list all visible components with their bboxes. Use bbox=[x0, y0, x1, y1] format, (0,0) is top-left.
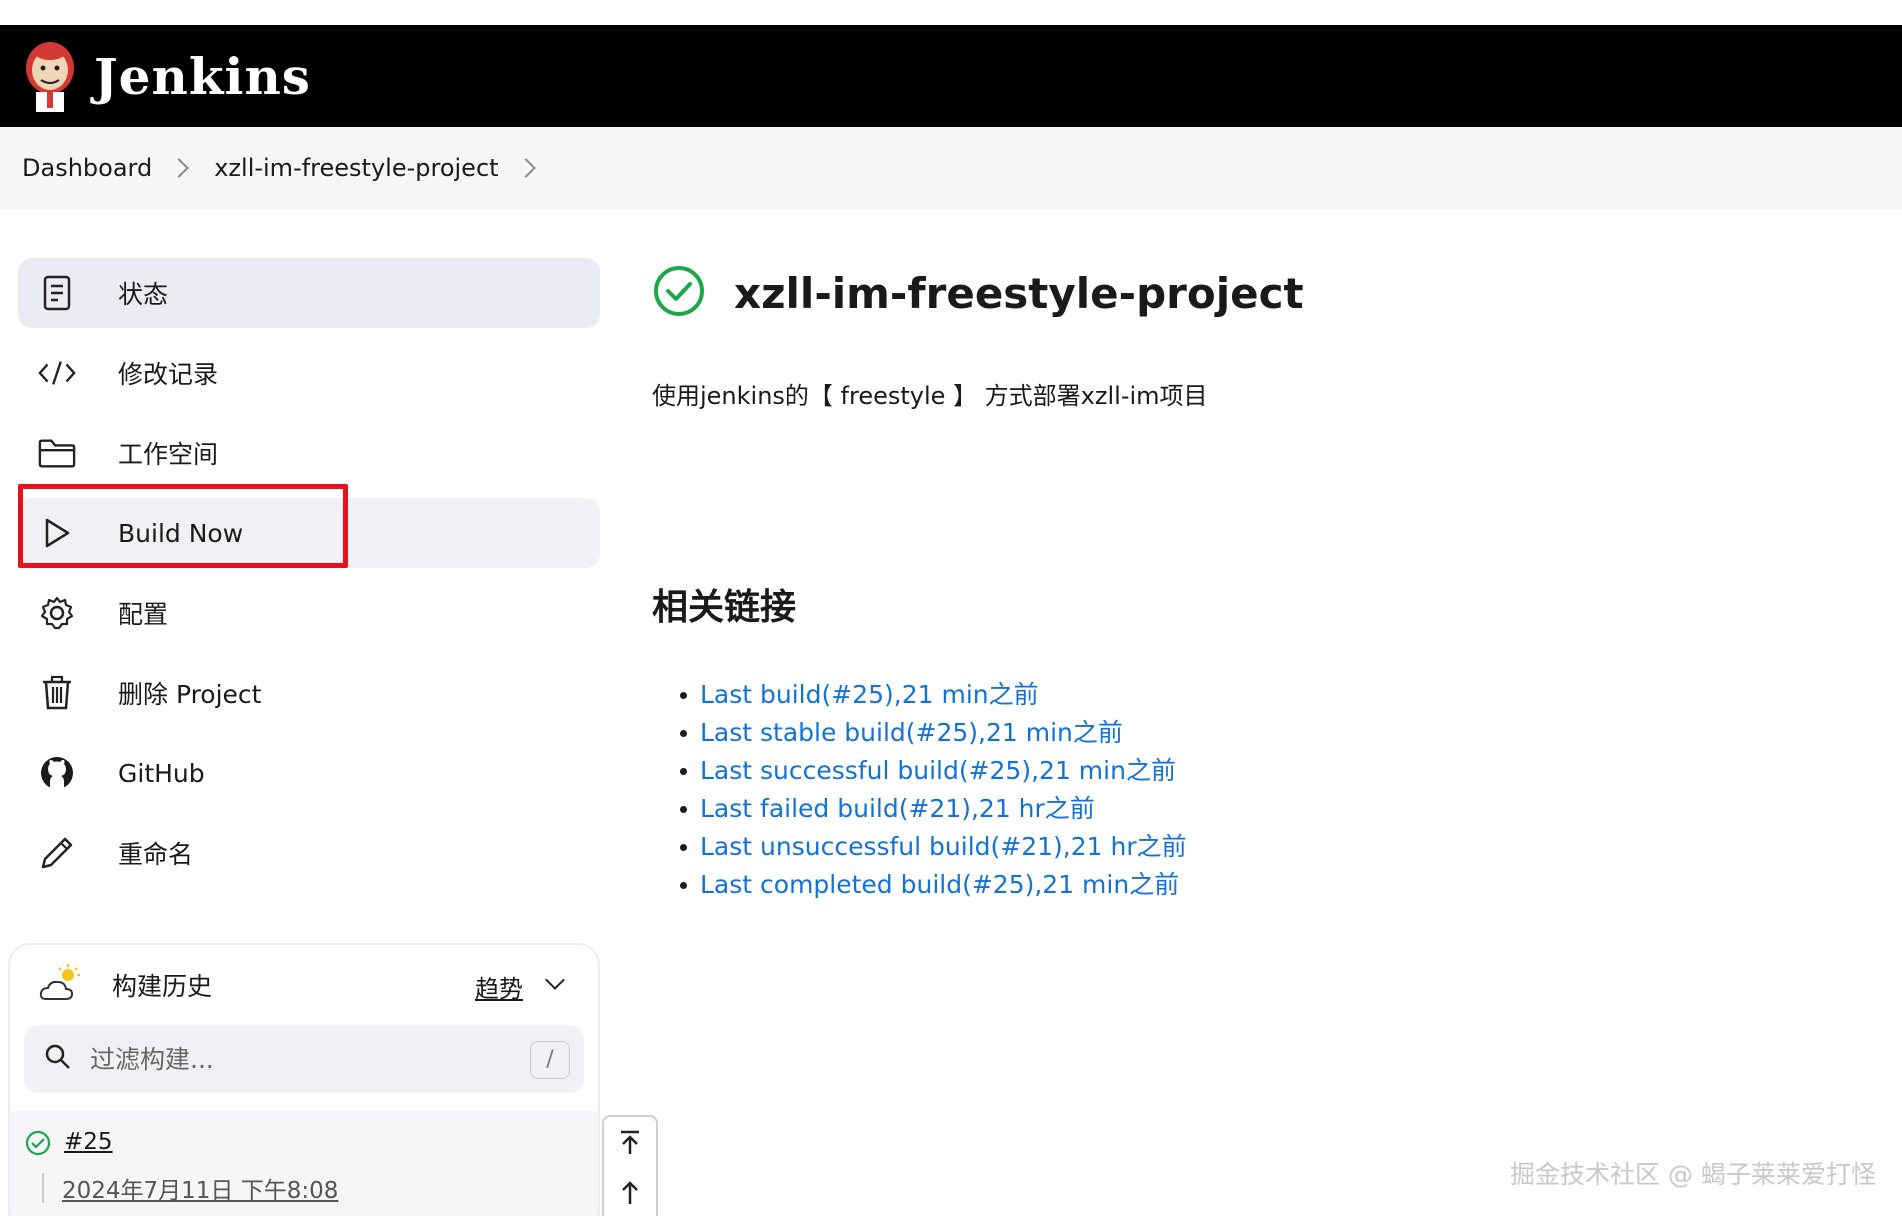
sidebar: 状态 修改记录 工作空间 Build Now 配置 删除 Project Git… bbox=[18, 258, 600, 898]
scroll-controls bbox=[602, 1115, 658, 1216]
build-divider bbox=[42, 1173, 44, 1203]
list-item: Last failed build(#21),21 hr之前 bbox=[680, 790, 1187, 828]
weather-sunny-cloud-icon bbox=[38, 963, 84, 1007]
gear-icon bbox=[38, 594, 76, 632]
sidebar-item-label: 状态 bbox=[118, 280, 169, 309]
sidebar-item-label: 配置 bbox=[118, 600, 169, 629]
watermark: 掘金技术社区 @ 蝎子莱莱爱打怪 bbox=[1510, 1160, 1876, 1189]
title-row: xzll-im-freestyle-project bbox=[652, 258, 1304, 328]
sidebar-item-label: GitHub bbox=[118, 758, 205, 788]
last-stable-build-link[interactable]: Last stable build(#25),21 min之前 bbox=[700, 718, 1123, 747]
list-item: Last build(#25),21 min之前 bbox=[680, 676, 1187, 714]
related-links-list: Last build(#25),21 min之前 Last stable bui… bbox=[680, 676, 1187, 904]
list-item: Last stable build(#25),21 min之前 bbox=[680, 714, 1187, 752]
sidebar-item-delete-project[interactable]: 删除 Project bbox=[18, 658, 600, 728]
sidebar-item-workspace[interactable]: 工作空间 bbox=[18, 418, 600, 488]
sidebar-item-label: 删除 Project bbox=[118, 680, 262, 709]
list-item: Last successful build(#25),21 min之前 bbox=[680, 752, 1187, 790]
sidebar-item-rename[interactable]: 重命名 bbox=[18, 818, 600, 888]
scroll-up-button[interactable] bbox=[604, 1167, 656, 1216]
build-history-header: 构建历史 趋势 bbox=[10, 945, 598, 1025]
sidebar-item-label: 修改记录 bbox=[118, 360, 219, 389]
chevron-down-icon[interactable] bbox=[545, 970, 565, 990]
build-date-link[interactable]: 2024年7月11日 下午8:08 bbox=[62, 1171, 338, 1205]
sidebar-item-configure[interactable]: 配置 bbox=[18, 578, 600, 648]
arrow-up-icon bbox=[622, 1181, 638, 1204]
sidebar-item-label: 重命名 bbox=[118, 840, 194, 869]
arrow-up-to-top-icon bbox=[621, 1130, 639, 1154]
main-content: xzll-im-freestyle-project 使用jenkins的【 fr… bbox=[652, 258, 1304, 899]
trash-icon bbox=[38, 674, 76, 712]
play-icon bbox=[38, 514, 76, 552]
last-failed-build-link[interactable]: Last failed build(#21),21 hr之前 bbox=[700, 794, 1095, 823]
sidebar-item-build-now[interactable]: Build Now bbox=[18, 484, 600, 568]
success-status-icon bbox=[652, 264, 706, 322]
build-filter: / bbox=[24, 1025, 584, 1093]
last-build-link[interactable]: Last build(#25),21 min之前 bbox=[700, 680, 1039, 709]
success-check-icon bbox=[24, 1129, 52, 1161]
last-successful-build-link[interactable]: Last successful build(#25),21 min之前 bbox=[700, 756, 1176, 785]
build-history-title: 构建历史 bbox=[112, 972, 213, 1001]
last-unsuccessful-build-link[interactable]: Last unsuccessful build(#21),21 hr之前 bbox=[700, 832, 1187, 861]
scroll-to-top-button[interactable] bbox=[604, 1117, 656, 1167]
keyboard-shortcut-badge: / bbox=[530, 1041, 570, 1079]
search-icon bbox=[44, 1043, 72, 1075]
folder-icon bbox=[38, 434, 76, 472]
breadcrumb-project[interactable]: xzll-im-freestyle-project bbox=[214, 154, 498, 182]
chevron-right-icon[interactable] bbox=[515, 158, 536, 178]
sidebar-item-label: 工作空间 bbox=[118, 440, 219, 469]
project-description: 使用jenkins的【 freestyle 】 方式部署xzll-im项目 bbox=[652, 382, 1208, 410]
sidebar-item-github[interactable]: GitHub bbox=[18, 738, 600, 808]
chevron-right-icon[interactable] bbox=[169, 158, 190, 178]
document-icon bbox=[38, 274, 76, 312]
sidebar-item-status[interactable]: 状态 bbox=[18, 258, 600, 328]
page-title: xzll-im-freestyle-project bbox=[734, 268, 1304, 318]
jenkins-logo-icon[interactable] bbox=[22, 38, 78, 114]
list-item: Last unsuccessful build(#21),21 hr之前 bbox=[680, 828, 1187, 866]
brand-name[interactable]: Jenkins bbox=[94, 47, 311, 106]
breadcrumb: Dashboard xzll-im-freestyle-project bbox=[0, 127, 1902, 209]
github-icon bbox=[38, 754, 76, 792]
sidebar-item-label: Build Now bbox=[118, 518, 244, 548]
last-completed-build-link[interactable]: Last completed build(#25),21 min之前 bbox=[700, 870, 1179, 899]
list-item: Last completed build(#25),21 min之前 bbox=[680, 866, 1187, 904]
trend-link[interactable]: 趋势 bbox=[475, 969, 523, 1004]
breadcrumb-dashboard[interactable]: Dashboard bbox=[22, 154, 152, 182]
build-row[interactable]: #25 2024年7月11日 下午8:08 bbox=[10, 1111, 598, 1216]
build-number-link[interactable]: #25 bbox=[64, 1129, 113, 1155]
pencil-icon bbox=[38, 834, 76, 872]
jenkins-header: Jenkins bbox=[0, 25, 1902, 127]
top-strip bbox=[0, 0, 1902, 25]
code-icon bbox=[38, 354, 76, 392]
sidebar-item-changes[interactable]: 修改记录 bbox=[18, 338, 600, 408]
build-filter-input[interactable] bbox=[90, 1044, 490, 1074]
build-history-panel: 构建历史 趋势 / #25 2024年7月11日 下午8:08 bbox=[8, 943, 600, 1216]
related-links-heading: 相关链接 bbox=[652, 587, 797, 628]
